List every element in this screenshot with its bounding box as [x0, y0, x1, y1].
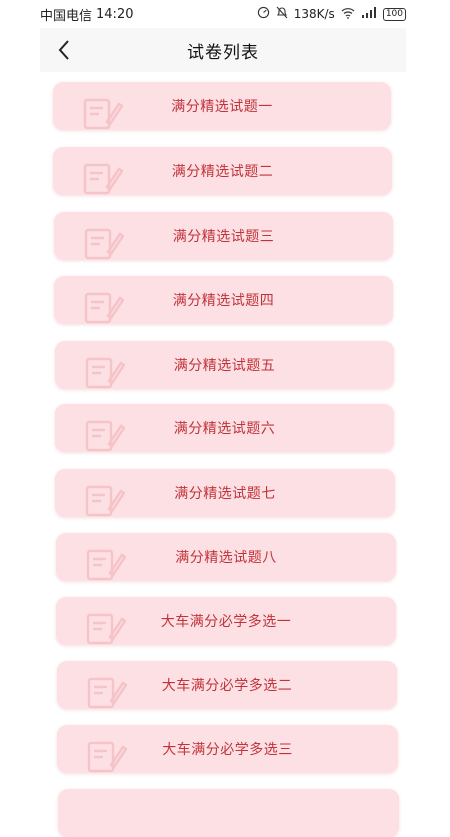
chevron-left-icon	[58, 40, 69, 60]
paper-item[interactable]: 大车满分必学多选一	[56, 597, 396, 645]
paper-pencil-icon	[87, 741, 127, 773]
nav-bar: 试卷列表	[40, 28, 406, 72]
paper-pencil-icon	[86, 613, 126, 645]
paper-title: 满分精选试题二	[171, 164, 274, 180]
speedometer-icon	[257, 6, 270, 22]
paper-item[interactable]: 大车满分必学多选二	[57, 661, 397, 709]
paper-title: 满分精选试题四	[172, 293, 275, 309]
paper-title: 满分精选试题五	[173, 358, 276, 374]
paper-item[interactable]: 满分精选试题三	[54, 212, 393, 260]
status-left: 中国电信 14:20	[40, 5, 133, 24]
paper-title: 满分精选试题一	[171, 99, 273, 115]
status-bar: 中国电信 14:20 138K/s 100	[40, 0, 406, 28]
network-speed: 138K/s	[293, 7, 335, 21]
paper-item[interactable]: 满分精选试题一	[53, 82, 391, 130]
status-right: 138K/s 100	[257, 6, 406, 22]
paper-title: 满分精选试题七	[174, 486, 276, 502]
paper-pencil-icon	[84, 292, 124, 324]
paper-item[interactable]: 满分精选试题五	[55, 341, 394, 389]
page-title: 试卷列表	[187, 42, 259, 63]
paper-title: 大车满分必学多选二	[161, 678, 293, 694]
paper-pencil-icon	[85, 357, 125, 389]
paper-pencil-icon	[87, 677, 127, 709]
paper-pencil-icon	[83, 163, 123, 195]
battery-icon: 100	[382, 7, 406, 21]
back-button[interactable]	[50, 36, 78, 64]
paper-title: 满分精选试题八	[175, 550, 277, 566]
paper-pencil-icon	[84, 228, 124, 260]
time-label: 14:20	[96, 6, 134, 22]
wifi-icon	[341, 7, 355, 22]
carrier-label: 中国电信	[40, 8, 93, 24]
paper-pencil-icon	[85, 485, 125, 517]
paper-item[interactable]: 满分精选试题四	[54, 276, 393, 324]
paper-pencil-icon	[83, 98, 123, 130]
paper-item[interactable]: 大车满分必学多选三	[57, 725, 398, 773]
paper-item[interactable]: 满分精选试题二	[53, 147, 392, 195]
paper-pencil-icon	[85, 420, 125, 452]
paper-pencil-icon	[86, 549, 126, 581]
paper-item[interactable]: 满分精选试题七	[55, 469, 395, 517]
paper-title: 大车满分必学多选一	[160, 614, 292, 630]
paper-title: 满分精选试题六	[173, 421, 276, 437]
mute-bell-icon	[276, 6, 288, 22]
signal-icon	[361, 6, 377, 22]
paper-item[interactable]: 满分精选试题八	[56, 533, 396, 581]
paper-title: 满分精选试题三	[172, 229, 275, 245]
paper-item[interactable]: 满分精选试题六	[55, 404, 394, 452]
paper-item[interactable]	[58, 789, 399, 837]
paper-title: 大车满分必学多选三	[162, 742, 293, 758]
